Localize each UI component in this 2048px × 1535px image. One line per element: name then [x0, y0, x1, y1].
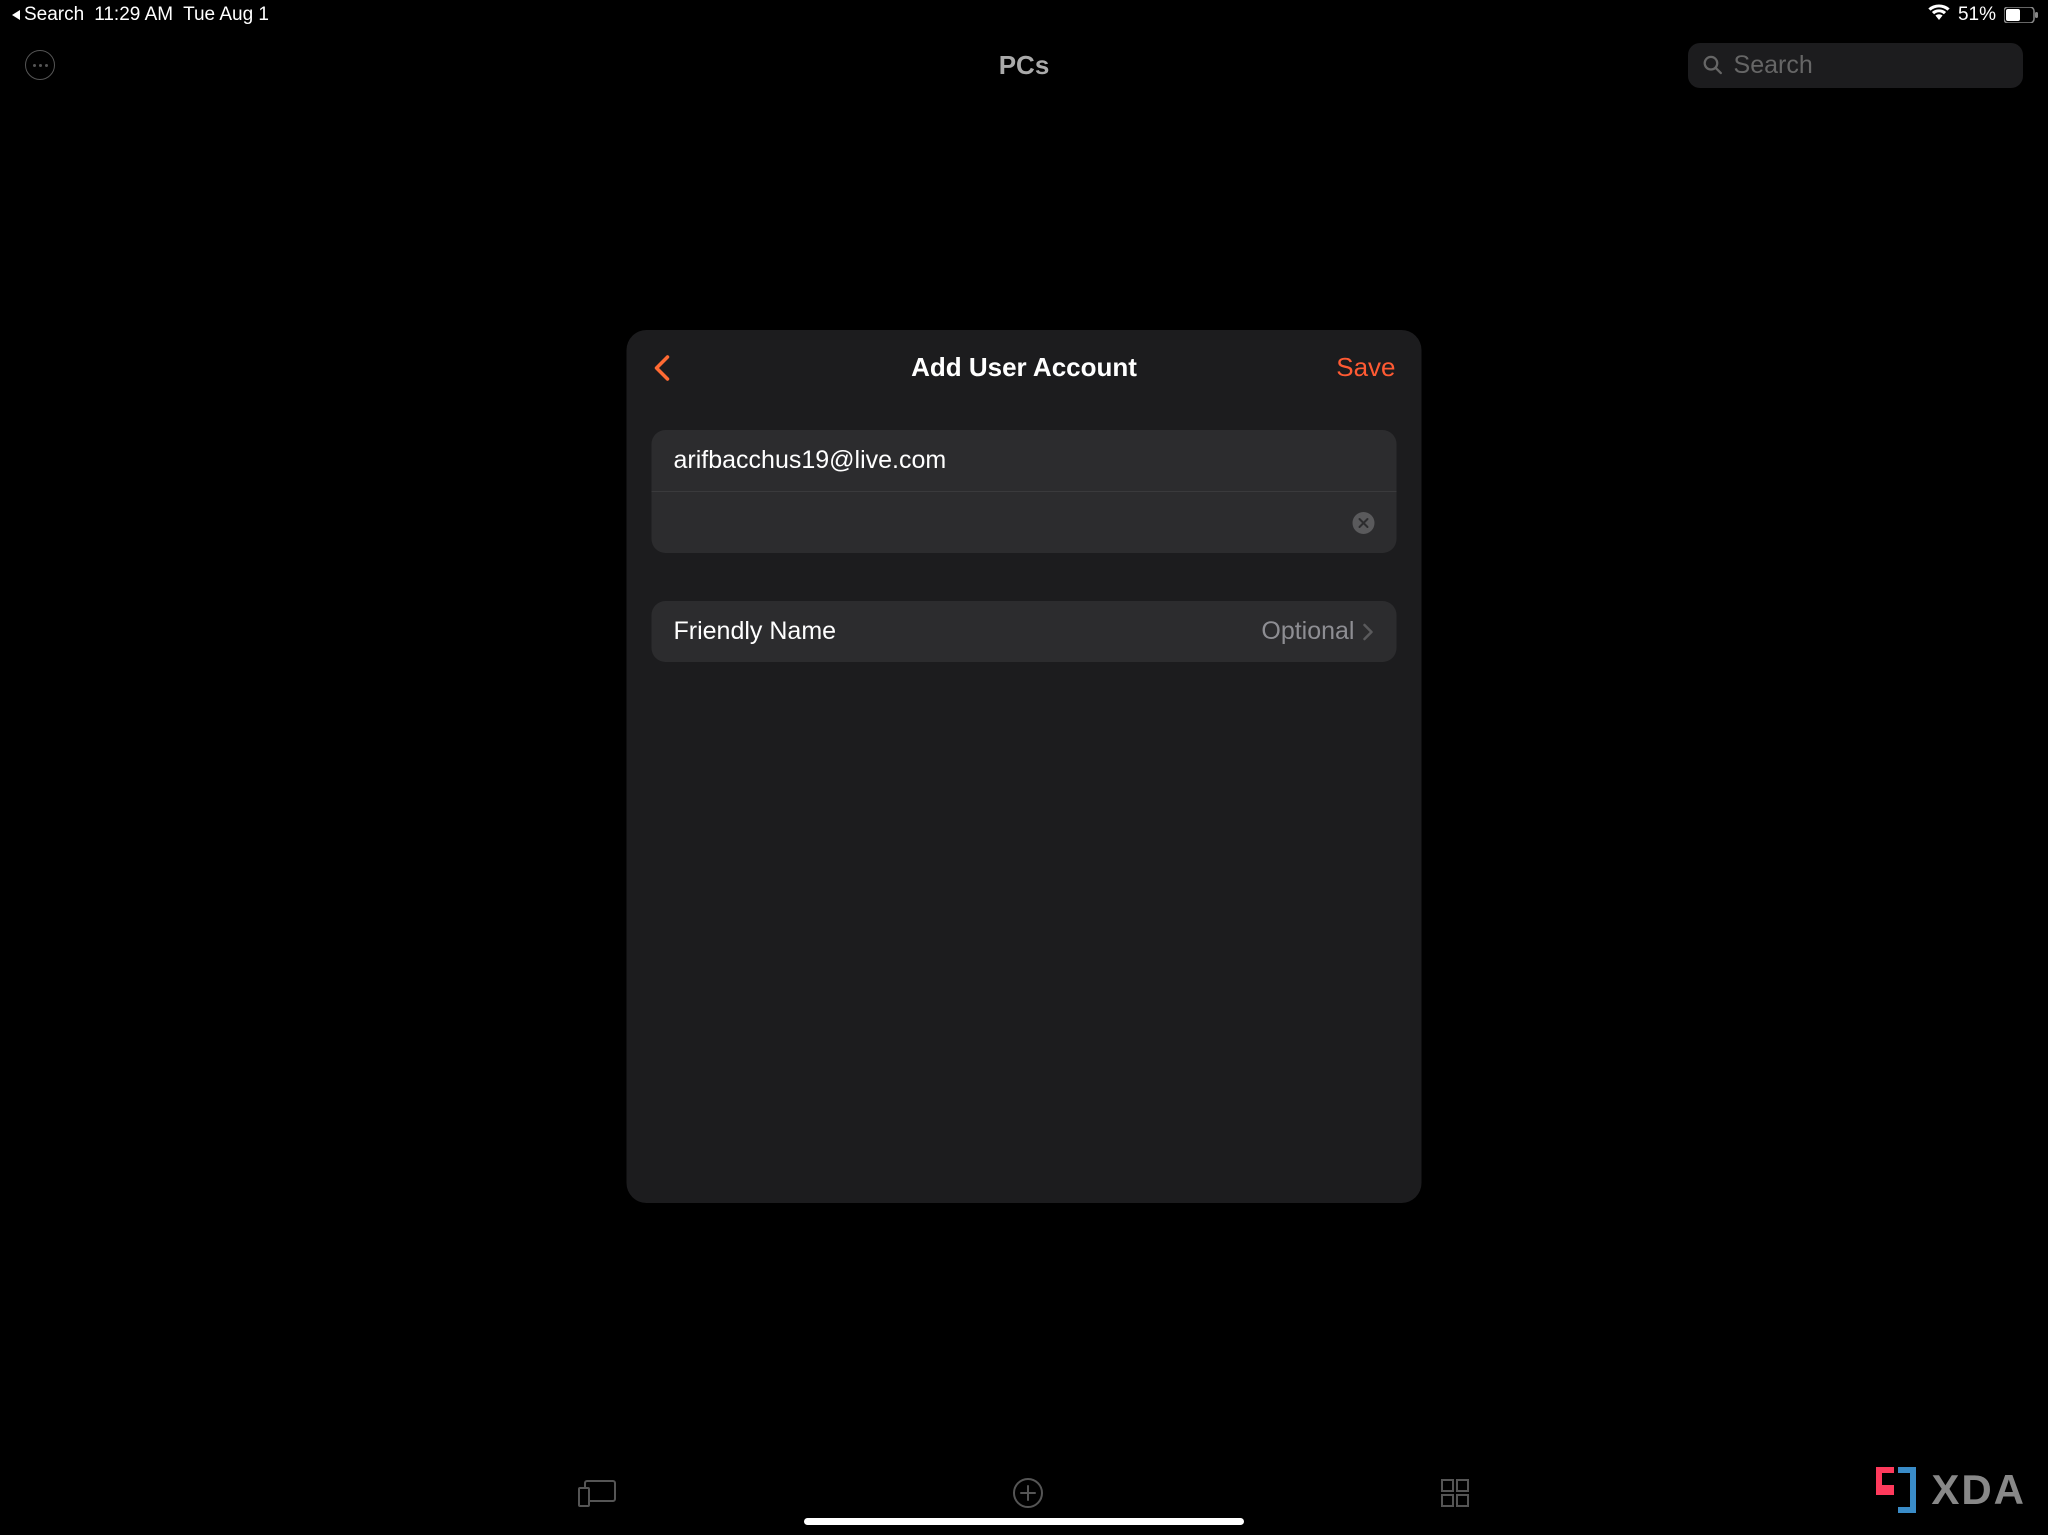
- modal-header: Add User Account Save: [627, 330, 1422, 405]
- password-row: [652, 492, 1397, 553]
- app-title: PCs: [999, 50, 1050, 81]
- back-to-search[interactable]: Search: [10, 4, 84, 26]
- wifi-icon: [1928, 4, 1950, 26]
- battery-percent: 51%: [1958, 4, 1996, 26]
- back-triangle-icon: [10, 8, 22, 22]
- grid-icon: [1439, 1477, 1471, 1509]
- monitor-icon: [577, 1478, 617, 1508]
- tab-workspaces[interactable]: [1439, 1477, 1471, 1509]
- back-search-label: Search: [24, 4, 84, 26]
- more-icon: [33, 64, 48, 67]
- status-date: Tue Aug 1: [183, 4, 269, 26]
- app-header: PCs: [0, 35, 2048, 95]
- tab-add[interactable]: [1012, 1477, 1044, 1509]
- chevron-right-icon: [1363, 622, 1375, 642]
- watermark-text: XDA: [1931, 1466, 2026, 1514]
- status-bar-left: Search 11:29 AM Tue Aug 1: [10, 4, 269, 26]
- home-indicator[interactable]: [804, 1518, 1244, 1525]
- chevron-left-icon: [653, 353, 673, 383]
- modal-title: Add User Account: [911, 352, 1137, 383]
- tab-pcs[interactable]: [577, 1478, 617, 1508]
- modal-body: Friendly Name Optional: [627, 405, 1422, 687]
- close-icon: [1358, 517, 1370, 529]
- friendly-name-row[interactable]: Friendly Name Optional: [652, 601, 1397, 662]
- search-container[interactable]: [1688, 43, 2023, 88]
- clear-button[interactable]: [1353, 512, 1375, 534]
- xda-bracket-icon: [1871, 1465, 1921, 1515]
- plus-circle-icon: [1012, 1477, 1044, 1509]
- friendly-name-value: Optional: [1261, 617, 1354, 646]
- battery-icon: [2004, 7, 2038, 23]
- status-bar: Search 11:29 AM Tue Aug 1 51%: [0, 0, 2048, 30]
- more-button[interactable]: [25, 50, 55, 80]
- username-row: [652, 430, 1397, 492]
- back-button[interactable]: [653, 353, 673, 383]
- save-button[interactable]: Save: [1336, 352, 1395, 383]
- status-time: 11:29 AM: [94, 4, 173, 26]
- friendly-name-value-container: Optional: [1261, 617, 1374, 646]
- credentials-group: [652, 430, 1397, 553]
- watermark: XDA: [1871, 1465, 2026, 1515]
- username-input[interactable]: [674, 446, 1375, 475]
- status-bar-right: 51%: [1928, 4, 2038, 26]
- add-user-modal: Add User Account Save Friendly Name Opti…: [627, 330, 1422, 1203]
- password-input[interactable]: [674, 508, 1375, 537]
- friendly-name-label: Friendly Name: [674, 617, 837, 646]
- search-icon: [1702, 53, 1724, 77]
- search-input[interactable]: [1734, 51, 2009, 80]
